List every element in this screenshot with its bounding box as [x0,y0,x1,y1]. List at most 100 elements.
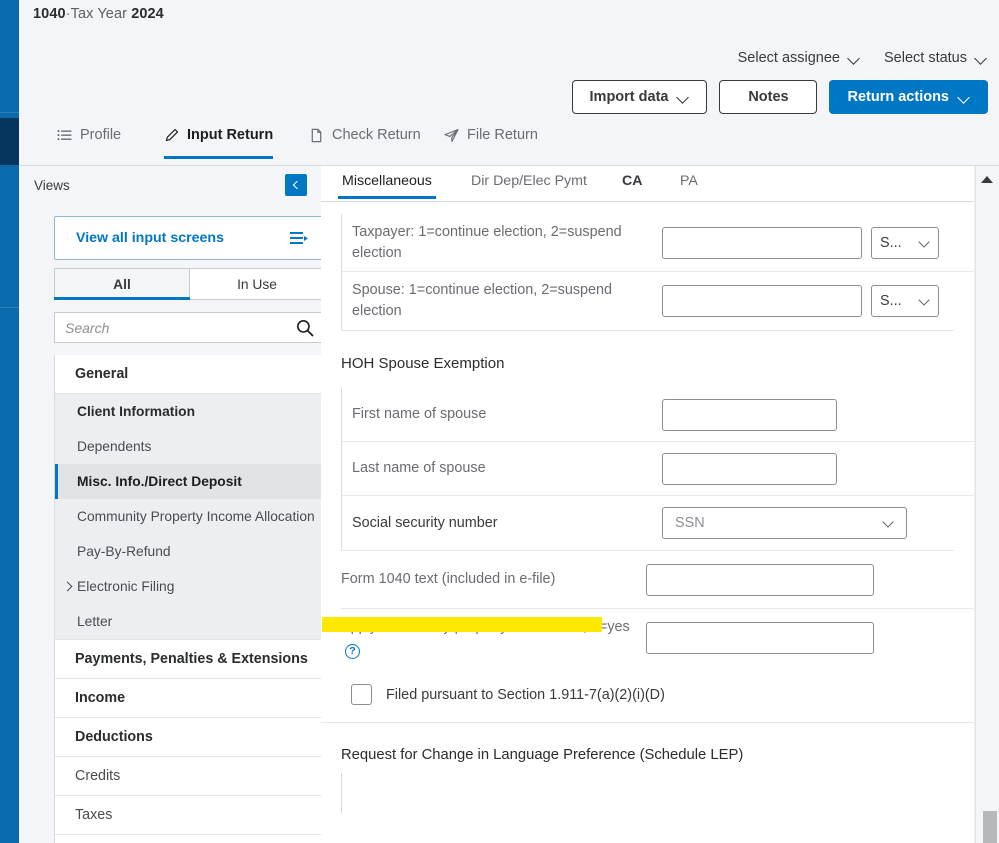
sidebar-item-label: Pay-By-Refund [77,544,171,559]
views-filter-in-use[interactable]: In Use [190,268,325,300]
sidebar-item-electronic-filing[interactable]: Electronic Filing [55,569,324,604]
social-security-number-placeholder: SSN [675,515,705,531]
sidebar-item-client-information[interactable]: Client Information [55,394,324,429]
taxpayer-election-input[interactable] [662,226,862,259]
chevron-down-icon [920,296,930,306]
select-assignee-dropdown[interactable]: Select assignee [738,50,860,66]
content-vertical-scrollbar[interactable] [974,166,999,843]
breadcrumb: 1040·Tax Year 2024 [33,6,164,22]
import-data-button[interactable]: Import data [571,80,708,114]
chevron-right-icon [62,581,73,592]
views-filter-all[interactable]: All [54,268,190,300]
header-button-row: Import data Notes Return actions [571,80,988,114]
sidebar-group-taxes[interactable]: Taxes [55,796,324,835]
pencil-icon [164,128,179,143]
collapse-sidebar-button[interactable] [285,174,307,196]
hoh-spouse-exemption-title: HOH Spouse Exemption [341,355,505,372]
select-assignee-label: Select assignee [737,50,840,66]
sidebar-group-label: Income [75,690,126,706]
nav-tab-file-return[interactable]: File Return [444,127,538,153]
sidebar-group-income[interactable]: Income [55,679,324,718]
content-scroll-area: Taxpayer: 1=continue election, 2=suspend… [321,202,974,843]
tab-pa[interactable]: PA [680,173,698,198]
sidebar-group-credits[interactable]: Credits [55,757,324,796]
first-name-of-spouse-input[interactable] [662,398,837,431]
language-preference-rows [341,773,974,813]
section-911-checkbox[interactable] [351,684,372,705]
apply-community-property-rules-text: Apply community property rules: 1=no, 2=… [341,619,630,636]
social-security-number-select[interactable]: SSN [662,507,907,539]
active-tab-underline [164,156,274,159]
spouse-election-label: Spouse: 1=continue election, 2=suspend e… [352,282,613,319]
sidebar-item-pay-by-refund[interactable]: Pay-By-Refund [55,534,324,569]
notes-button[interactable]: Notes [719,80,818,114]
chevron-down-icon [959,92,970,103]
tab-pa-label: PA [680,173,698,189]
sidebar-item-label: Dependents [77,439,152,454]
scroll-up-arrow-icon[interactable] [981,176,993,183]
misc-rows: Form 1040 text (included in e-file) Appl… [341,551,974,667]
scrollbar-track-line [975,166,976,843]
tab-dir-dep-elec-pymt-label: Dir Dep/Elec Pymt [471,173,587,189]
chevron-down-icon [678,92,689,103]
form-1040-text-label: Form 1040 text (included in e-file) [341,571,556,588]
breadcrumb-form-number: 1040 [33,6,66,22]
scrollbar-thumb[interactable] [983,811,997,843]
search-box[interactable] [54,312,325,343]
sidebar-group-general[interactable]: General [55,355,324,394]
view-all-input-screens-button[interactable]: View all input screens [54,216,325,260]
sidebar-group-deductions[interactable]: Deductions [55,718,324,757]
sidebar-item-letter[interactable]: Letter [55,604,324,639]
search-input[interactable] [55,313,295,342]
sidebar-item-misc-info-direct-deposit[interactable]: Misc. Info./Direct Deposit [55,464,324,499]
nav-tab-profile-label: Profile [80,127,122,143]
nav-tab-check-return-label: Check Return [332,127,421,143]
spouse-election-select-value: S... [880,293,902,309]
view-all-input-screens-label: View all input screens [76,230,224,246]
form-1040-text-row: Form 1040 text (included in e-file) [341,551,974,609]
return-actions-button[interactable]: Return actions [829,80,988,114]
tab-miscellaneous[interactable]: Miscellaneous [338,173,436,199]
apply-community-property-rules-row: Apply community property rules: 1=no, 2=… [341,609,974,667]
nav-tab-input-return[interactable]: Input Return [164,127,274,159]
section-911-checkbox-label: Filed pursuant to Section 1.911-7(a)(2)(… [386,686,665,703]
sidebar-item-dependents[interactable]: Dependents [55,429,324,464]
sidebar-item-community-property-income-allocation[interactable]: Community Property Income Allocation [55,499,324,534]
sidebar-group-payments-penalties-extensions[interactable]: Payments, Penalties & Extensions [55,640,324,679]
nav-tab-check-return[interactable]: Check Return [309,127,421,153]
document-icon [309,128,324,143]
import-data-label: Import data [589,89,669,105]
search-icon[interactable] [295,318,315,338]
apply-community-property-rules-label: Apply community property rules: 1=no, 2=… [341,617,646,659]
select-status-label: Select status [883,50,967,66]
social-security-number-row: Social security number SSN [342,496,974,550]
breadcrumb-tax-year: 2024 [131,6,164,22]
views-nav-list: General Client Information Dependents Mi… [54,355,325,843]
help-icon[interactable]: ? [345,643,360,659]
tab-dir-dep-elec-pymt[interactable]: Dir Dep/Elec Pymt [471,173,587,198]
last-name-of-spouse-label: Last name of spouse [352,460,486,477]
nav-tab-input-return-label: Input Return [187,127,274,143]
select-status-dropdown[interactable]: Select status [884,50,987,66]
spouse-election-input[interactable] [662,285,862,317]
input-screen-content: Miscellaneous Dir Dep/Elec Pymt CA PA Ta… [321,166,999,843]
spouse-election-row: Spouse: 1=continue election, 2=suspend e… [342,272,974,330]
sidebar-group-label: Deductions [75,729,153,745]
taxpayer-election-select[interactable]: S... [871,226,939,259]
views-filter-in-use-label: In Use [237,276,277,292]
list-icon [57,128,72,143]
main-nav-tabs: Profile Input Return Check Return File R… [19,122,999,166]
sidebar-group-general-label: General [75,366,129,382]
apply-community-property-rules-input[interactable] [646,622,874,654]
tab-ca[interactable]: CA [622,173,643,198]
paper-plane-icon [444,128,459,143]
form-1040-text-input[interactable] [646,563,874,596]
nav-tab-profile[interactable]: Profile [57,127,121,153]
spouse-election-select[interactable]: S... [871,285,939,317]
rail-active-indicator [0,118,19,165]
chevron-down-icon [849,53,860,64]
views-filter-all-label: All [113,276,131,292]
election-rows: Taxpayer: 1=continue election, 2=suspend… [341,214,974,330]
last-name-of-spouse-input[interactable] [662,452,837,485]
chevron-left-icon [292,180,302,190]
